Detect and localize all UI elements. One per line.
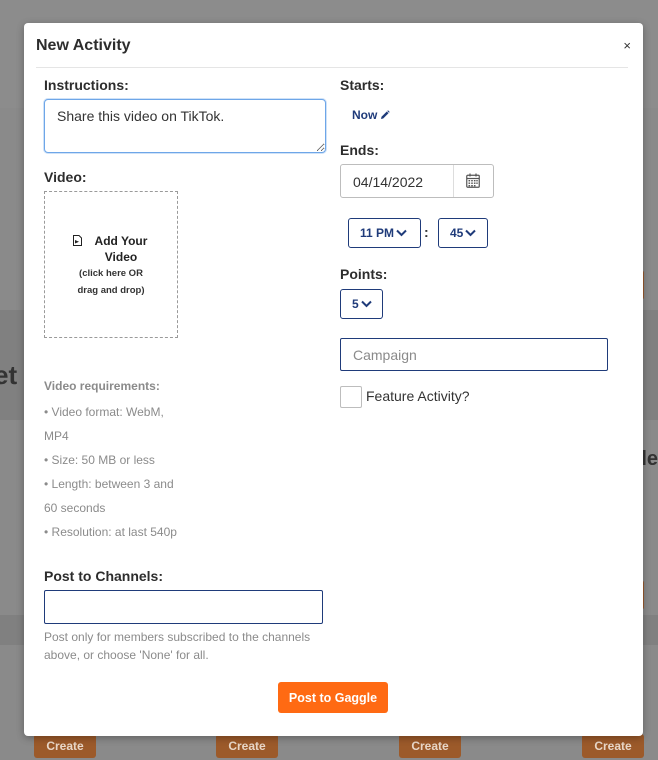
starts-label: Starts: [340, 77, 385, 93]
chevron-down-icon [360, 300, 372, 308]
bg-partial-heading: et [0, 360, 18, 390]
requirements-title: Video requirements: [44, 379, 160, 393]
instructions-label: Instructions: [44, 77, 129, 93]
starts-now-link[interactable]: Now [352, 108, 391, 122]
end-hour-select[interactable]: 11 PM [348, 218, 421, 248]
requirement-item: • Video format: WebM, [44, 405, 164, 419]
bg-create-button: Create [582, 734, 644, 758]
requirement-item: MP4 [44, 429, 69, 443]
requirement-item: • Resolution: at last 540p [44, 525, 177, 539]
video-dropzone[interactable]: Add Your Video (click here OR drag and d… [44, 191, 178, 338]
requirement-item: 60 seconds [44, 501, 106, 515]
end-date-value: 04/14/2022 [353, 174, 424, 190]
date-input-separator [453, 165, 454, 197]
bg-create-button: Create [34, 734, 96, 758]
dropzone-title: Add Your Video [94, 234, 148, 264]
instructions-input[interactable]: Share this video on TikTok. [44, 99, 326, 153]
bg-create-button: Create [216, 734, 278, 758]
bg-partial-side-text: le [641, 448, 658, 470]
feature-activity-checkbox[interactable] [340, 386, 362, 408]
pencil-icon [381, 110, 391, 119]
time-colon: : [424, 224, 429, 240]
points-label: Points: [340, 266, 388, 282]
points-select[interactable]: 5 [340, 289, 383, 319]
close-button[interactable]: × [623, 39, 631, 53]
video-label: Video: [44, 169, 87, 185]
ends-label: Ends: [340, 142, 379, 158]
end-minute-select[interactable]: 45 [438, 218, 488, 248]
end-date-input[interactable]: 04/14/2022 [340, 164, 494, 198]
new-activity-modal: New Activity × Instructions: Share this … [24, 23, 643, 736]
dropzone-subtitle: (click here OR drag and drop) [77, 268, 145, 296]
feature-activity-label: Feature Activity? [366, 388, 470, 404]
calendar-icon[interactable] [466, 173, 480, 188]
bg-create-button: Create [399, 734, 461, 758]
file-video-icon [73, 235, 82, 246]
requirement-item: • Length: between 3 and [44, 477, 174, 491]
post-to-gaggle-button[interactable]: Post to Gaggle [278, 682, 388, 713]
requirement-item: • Size: 50 MB or less [44, 453, 155, 467]
campaign-input[interactable]: Campaign [340, 338, 608, 371]
starts-value: Now [352, 108, 378, 122]
chevron-down-icon [396, 229, 407, 237]
channels-hint: Post only for members subscribed to the … [44, 630, 311, 662]
end-minute-value: 45 [450, 226, 464, 240]
modal-title: New Activity [36, 37, 131, 54]
chevron-down-icon [465, 229, 477, 237]
channels-label: Post to Channels: [44, 568, 164, 584]
campaign-placeholder: Campaign [353, 347, 417, 363]
requirements-list: • Video format: WebM, MP4 • Size: 50 MB … [44, 400, 194, 544]
channels-input[interactable] [44, 590, 323, 624]
end-hour-value: 11 PM [360, 226, 395, 240]
modal-divider [36, 67, 628, 68]
points-value: 5 [352, 297, 359, 311]
